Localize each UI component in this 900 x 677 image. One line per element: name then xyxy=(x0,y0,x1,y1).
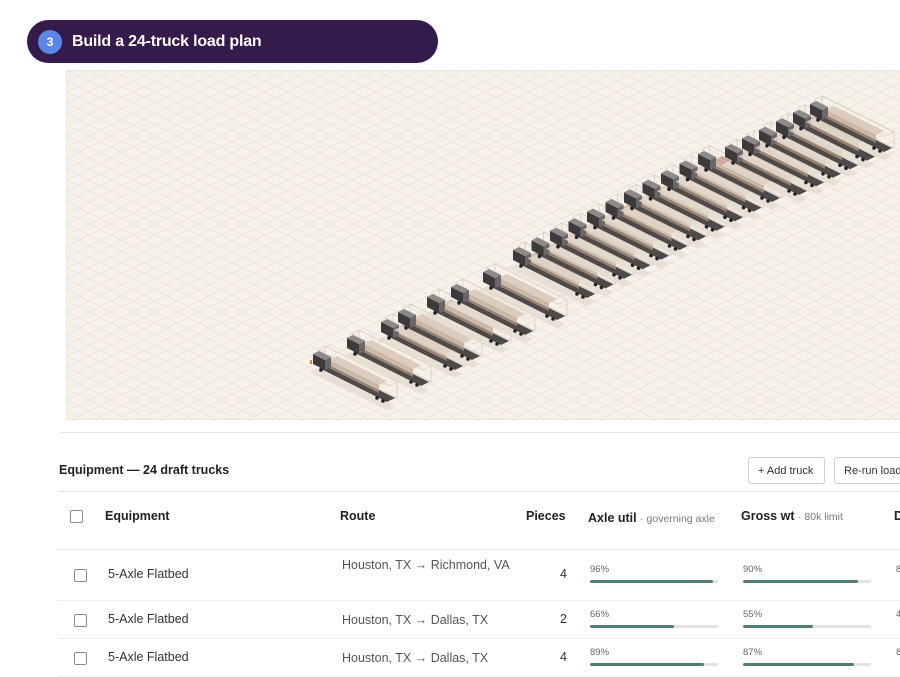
isometric-truck-canvas xyxy=(67,71,900,419)
step-title: Build a 24-truck load plan xyxy=(72,32,262,50)
axle-util-percent: 66% xyxy=(590,609,610,620)
gross-wt-percent: 87% xyxy=(743,647,763,658)
next-column-truncated: 4 xyxy=(896,609,900,620)
next-column-truncated: 8 xyxy=(896,647,900,658)
row-checkbox[interactable] xyxy=(74,569,87,582)
select-all-checkbox[interactable] xyxy=(70,510,83,523)
row-checkbox[interactable] xyxy=(74,652,87,665)
route-cell: Houston, TX → Dallas, TX xyxy=(342,651,489,665)
header-gross-label: Gross wt xyxy=(741,509,795,523)
axle-util-bar-fill xyxy=(590,663,704,666)
step-header: 3 Build a 24-truck load plan xyxy=(27,20,438,63)
add-truck-button[interactable]: + Add truck xyxy=(748,457,825,484)
axle-util-percent: 89% xyxy=(590,647,610,658)
header-axle-util[interactable]: Axle util · governing axle xyxy=(588,509,728,529)
row-checkbox[interactable] xyxy=(74,614,87,627)
axle-util-bar xyxy=(590,580,718,583)
gross-wt-bar-fill xyxy=(743,625,814,628)
gross-wt-bar-fill xyxy=(743,580,859,583)
axle-util-bar-fill xyxy=(590,625,675,628)
axle-util-bar-fill xyxy=(590,580,713,583)
header-axle-label: Axle util xyxy=(588,511,637,525)
gross-wt-bar xyxy=(743,625,871,628)
table-row[interactable]: 5-Axle Flatbed Houston, TX → Richmond, VA… xyxy=(58,550,900,601)
origin-marker xyxy=(310,360,312,364)
axle-util-bar xyxy=(590,663,718,666)
header-equipment[interactable]: Equipment xyxy=(105,509,170,523)
pieces-cell: 2 xyxy=(560,612,567,626)
gross-wt-bar xyxy=(743,580,871,583)
pieces-cell: 4 xyxy=(560,650,567,664)
header-gross-sub: · 80k limit xyxy=(797,511,843,523)
header-gross-wt[interactable]: Gross wt · 80k limit xyxy=(741,509,843,523)
rerun-load-button[interactable]: Re-run load xyxy=(834,457,900,484)
gross-wt-bar-fill xyxy=(743,663,855,666)
next-column-truncated: 8 xyxy=(896,564,900,575)
header-route[interactable]: Route xyxy=(340,509,375,523)
table-header: Equipment Route Pieces Axle util · gover… xyxy=(58,491,900,550)
gross-wt-bar xyxy=(743,663,871,666)
table-row[interactable]: 5-Axle Flatbed Houston, TX → Dallas, TX 2 6… xyxy=(58,601,900,639)
pieces-cell: 4 xyxy=(560,567,567,581)
gross-wt-percent: 90% xyxy=(743,564,763,575)
table-row[interactable]: 5-Axle Flatbed Houston, TX → Dallas, TX 4 8… xyxy=(58,639,900,677)
header-axle-sub: · governing axle xyxy=(640,513,715,525)
equipment-cell: 5-Axle Flatbed xyxy=(108,612,189,626)
load-plan-3d-view[interactable] xyxy=(66,70,900,420)
divider xyxy=(60,432,900,433)
axle-util-percent: 96% xyxy=(590,564,610,575)
gross-wt-percent: 55% xyxy=(743,609,763,620)
equipment-cell: 5-Axle Flatbed xyxy=(108,567,189,581)
equipment-section-title: Equipment — 24 draft trucks xyxy=(59,463,230,477)
header-next-truncated[interactable]: D xyxy=(894,509,900,523)
route-cell: Houston, TX → Richmond, VA xyxy=(342,558,510,572)
route-cell: Houston, TX → Dallas, TX xyxy=(342,613,489,627)
equipment-cell: 5-Axle Flatbed xyxy=(108,650,189,664)
step-number-badge: 3 xyxy=(38,29,62,54)
header-pieces[interactable]: Pieces xyxy=(526,509,566,523)
axle-util-bar xyxy=(590,625,718,628)
equipment-table: Equipment Route Pieces Axle util · gover… xyxy=(58,491,900,677)
